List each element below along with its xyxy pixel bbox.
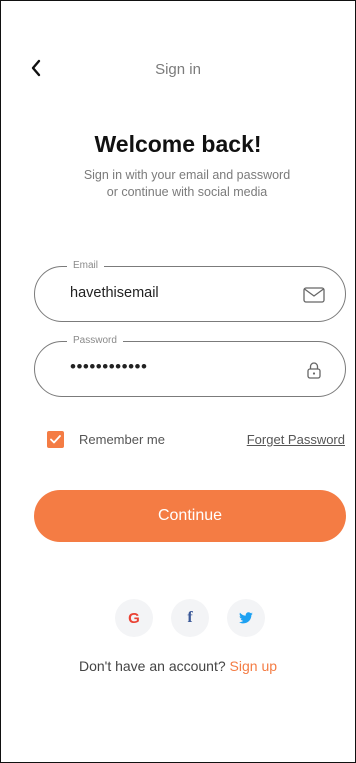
mail-icon	[303, 285, 325, 305]
remember-me-toggle[interactable]: Remember me	[47, 431, 165, 448]
page-title: Sign in	[155, 61, 201, 78]
google-glyph: G	[128, 609, 140, 627]
subtitle-line-2: or continue with social media	[106, 185, 268, 199]
signup-prompt: Don't have an account? Sign up	[1, 658, 355, 674]
signup-link[interactable]: Sign up	[230, 658, 277, 674]
forget-password-link[interactable]: Forget Password	[247, 432, 345, 447]
email-label: Email	[67, 259, 105, 273]
email-field[interactable]: Email	[34, 259, 346, 322]
subtitle-line-1: Sign in with your email and password	[83, 168, 291, 182]
password-label: Password	[67, 334, 123, 348]
checkmark-icon	[50, 435, 61, 444]
twitter-bird-icon	[239, 612, 253, 624]
facebook-icon[interactable]: f	[171, 599, 209, 637]
facebook-glyph: f	[187, 609, 193, 626]
continue-button[interactable]: Continue	[34, 490, 346, 542]
welcome-subtitle: Sign in with your email and password or …	[61, 167, 313, 201]
remember-me-checkbox[interactable]	[47, 431, 64, 448]
screen-frame: Sign in Welcome back! Sign in with your …	[0, 0, 356, 763]
password-input[interactable]: ••••••••••••	[70, 357, 300, 377]
email-input[interactable]	[70, 285, 300, 301]
welcome-heading: Welcome back!	[94, 131, 262, 157]
remember-me-label: Remember me	[79, 432, 165, 447]
google-icon[interactable]: G	[115, 599, 153, 637]
lock-icon	[303, 360, 325, 380]
twitter-icon[interactable]	[227, 599, 265, 637]
signup-prompt-text: Don't have an account?	[78, 658, 226, 674]
password-field[interactable]: Password ••••••••••••	[34, 334, 346, 397]
